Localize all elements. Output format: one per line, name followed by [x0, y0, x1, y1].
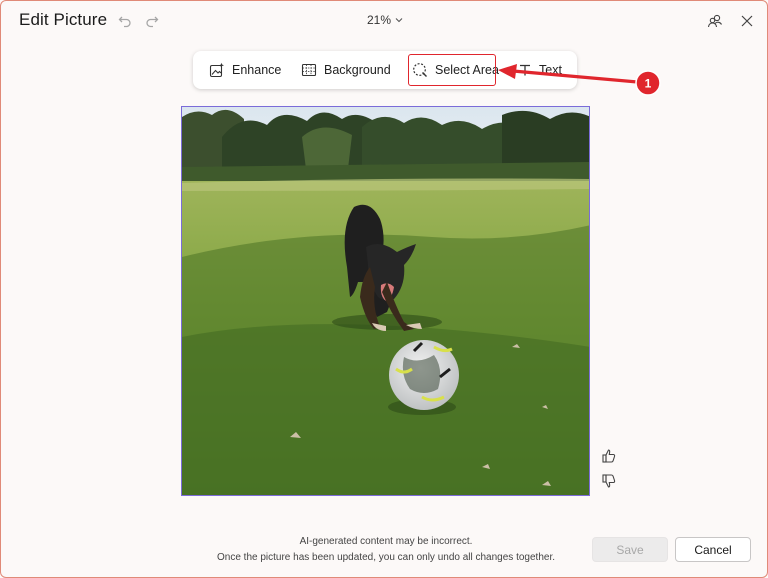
dog-photo: [182, 107, 589, 495]
close-icon: [741, 15, 753, 27]
dialog-title: Edit Picture: [19, 10, 108, 29]
enhance-button[interactable]: Enhance: [209, 51, 281, 89]
ai-disclaimer: AI-generated content may be incorrect.: [299, 536, 473, 547]
zoom-value: 21%: [367, 13, 392, 27]
annotation-number: 1: [645, 77, 652, 91]
feedback-button[interactable]: [705, 11, 725, 31]
enhance-label: Enhance: [232, 63, 282, 77]
picture-canvas[interactable]: [181, 106, 590, 496]
thumbs-down-button[interactable]: [601, 473, 619, 491]
thumbs-up-button[interactable]: [601, 448, 619, 466]
undo-button[interactable]: [115, 11, 135, 31]
redo-icon: [146, 16, 159, 28]
background-label: Background: [324, 63, 391, 77]
people-icon: [707, 14, 722, 28]
save-button[interactable]: Save: [592, 537, 668, 562]
background-button[interactable]: Background: [301, 51, 391, 89]
zoom-dropdown[interactable]: 21%: [367, 13, 403, 27]
close-button[interactable]: [737, 11, 757, 31]
enhance-icon: [209, 62, 224, 78]
undo-note: Once the picture has been updated, you c…: [216, 552, 556, 563]
undo-icon: [118, 16, 131, 28]
annotation-arrow: 1: [498, 64, 661, 96]
cancel-button[interactable]: Cancel: [675, 537, 751, 562]
edit-picture-dialog: Edit Picture 21% Enhance Background Sele…: [0, 0, 768, 578]
thumbs-up-icon: [602, 449, 616, 463]
background-icon: [301, 63, 317, 77]
chevron-down-icon: [395, 18, 403, 23]
thumbs-down-icon: [602, 474, 616, 488]
select-area-highlight-box: [408, 54, 496, 86]
redo-button[interactable]: [142, 11, 162, 31]
